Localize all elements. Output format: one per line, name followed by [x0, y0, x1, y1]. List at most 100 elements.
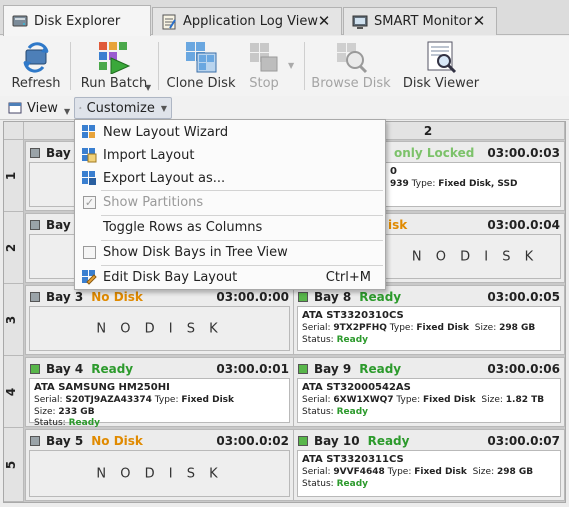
bay-body: N O D I S K: [29, 306, 290, 351]
clone-disk-button[interactable]: Clone Disk: [166, 38, 236, 94]
disk-status: Status: Ready: [302, 335, 369, 345]
row-header: 4: [4, 356, 24, 428]
run-batch-icon: [99, 42, 131, 74]
bay-address: 03:00.0:05: [487, 289, 560, 304]
shortcut-text: Ctrl+M: [325, 269, 371, 285]
grid-corner: [4, 122, 24, 140]
bay-address: 03:00.0:03: [487, 145, 560, 160]
stop-button[interactable]: Stop: [244, 38, 284, 94]
stop-icon: [250, 43, 278, 72]
menu-item-toggle-rows-columns[interactable]: Toggle Rows as Columns: [75, 216, 385, 238]
status-led: [30, 291, 40, 302]
browse-disk-label: Browse Disk: [311, 76, 391, 91]
bay-address: 03:00.0:01: [216, 361, 289, 376]
status-led: [298, 291, 308, 302]
bay-name: Bay 8: [314, 289, 352, 304]
disk-size: Size: 233 GB: [34, 407, 95, 417]
bay-address: 03:00.0:02: [216, 433, 289, 448]
disk-bay-3[interactable]: Bay 3 No Disk 03:00.0:00 N O D I S K: [25, 285, 294, 355]
tab-label: Disk Explorer: [34, 13, 121, 29]
disk-bay-9[interactable]: Bay 9 Ready 03:00.0:06 ATA ST32000542AS Se…: [293, 357, 565, 427]
disk-info-card: ATA SAMSUNG HM250HI Serial: S20TJ9AZA433…: [29, 378, 290, 428]
tab-smart-monitor[interactable]: SMART Monitor ✕: [343, 7, 497, 35]
status-led: [30, 435, 40, 446]
import-layout-icon: [82, 148, 97, 163]
view-menu-button[interactable]: View: [4, 97, 62, 119]
row-header: 2: [4, 212, 24, 284]
bay-address: 03:00.0:04: [487, 217, 560, 232]
bay-status: No Disk: [91, 433, 143, 448]
customize-menu-button[interactable]: Customize ▼: [74, 97, 172, 119]
disk-serial-type: Serial: 9TX2PFHQ Type: Fixed Disk Size: …: [302, 323, 536, 333]
disk-status: Status: Ready: [34, 418, 101, 428]
tab-label: SMART Monitor: [374, 14, 472, 29]
disk-serial-type: Serial: 9VVF4648 Type: Fixed Disk Size: …: [302, 467, 534, 477]
no-disk-text: N O D I S K: [96, 466, 223, 481]
disk-viewer-button[interactable]: Disk Viewer: [400, 38, 482, 94]
disk-serial-type: Serial: S20TJ9AZA43374 Type: Fixed Disk: [34, 395, 234, 405]
chevron-down-icon[interactable]: ▼: [288, 61, 294, 70]
toolbar-divider: [158, 42, 159, 90]
bay-address: 03:00.0:06: [487, 361, 560, 376]
disk-bay-5[interactable]: Bay 5 No Disk 03:00.0:02 N O D I S K: [25, 429, 294, 501]
close-icon[interactable]: ✕: [317, 14, 331, 29]
menu-item-import-layout[interactable]: Import Layout: [75, 144, 385, 166]
row-header: 3: [4, 284, 24, 356]
browse-disk-button[interactable]: Browse Disk: [310, 38, 392, 94]
bay-name: Bay 4: [46, 361, 84, 376]
row-header: 1: [4, 140, 24, 212]
checkbox-icon: [83, 245, 96, 259]
chevron-down-icon: ▼: [160, 103, 167, 113]
disk-info-card: ATA ST3320311CS Serial: 9VVF4648 Type: F…: [297, 450, 561, 497]
bay-name: Bay 9: [314, 361, 352, 376]
disk-bay-10[interactable]: Bay 10 Ready 03:00.0:07 ATA ST3320311CS Se…: [293, 429, 565, 501]
clone-disk-icon: [186, 42, 217, 73]
disk-explorer-icon: [12, 15, 28, 27]
disk-model: 0: [390, 166, 397, 177]
disk-bay-4[interactable]: Bay 4 Ready 03:00.0:01 ATA SAMSUNG HM250HI…: [25, 357, 294, 428]
close-icon[interactable]: ✕: [472, 14, 486, 29]
disk-viewer-icon: [427, 41, 457, 74]
tab-application-log-view[interactable]: Application Log View ✕: [152, 7, 342, 35]
bay-status: isk: [388, 217, 408, 232]
bay-status: only Locked: [394, 145, 475, 160]
bay-status: Ready: [359, 289, 402, 304]
menu-item-show-tree-view[interactable]: Show Disk Bays in Tree View: [75, 241, 385, 263]
disk-info-card: ATA ST3320310CS Serial: 9TX2PFHQ Type: F…: [297, 306, 561, 351]
disk-status: Status: Ready: [302, 407, 369, 417]
status-led: [298, 435, 308, 446]
refresh-button[interactable]: Refresh: [8, 38, 64, 94]
menu-item-export-layout[interactable]: Export Layout as...: [75, 167, 385, 189]
bay-body: N O D I S K: [29, 450, 290, 497]
checkbox-icon: ✓: [83, 195, 96, 209]
browse-disk-icon: [337, 43, 368, 74]
chevron-down-icon[interactable]: ▼: [64, 107, 70, 116]
disk-serial-type: Serial: 6XW1XWQ7 Type: Fixed Disk Size: …: [302, 395, 545, 405]
bay-address: 03:00.0:00: [216, 289, 289, 304]
no-disk-text: N O D I S K: [411, 249, 539, 264]
disk-status: Status: Ready: [302, 479, 369, 489]
customize-menu: New Layout Wizard Import Layout Export L…: [74, 119, 386, 290]
run-batch-button[interactable]: Run Batch: [80, 38, 148, 94]
menu-item-show-partitions[interactable]: ✓ Show Partitions: [75, 191, 385, 213]
no-disk-text: N O D I S K: [96, 321, 223, 336]
disk-model: ATA ST3320311CS: [302, 454, 404, 465]
row-header: 5: [4, 428, 24, 502]
menu-item-edit-disk-bay-layout[interactable]: Edit Disk Bay Layout Ctrl+M: [75, 266, 385, 288]
bay-address: 03:00.0:07: [487, 433, 560, 448]
disk-bay-8[interactable]: Bay 8 Ready 03:00.0:05 ATA ST3320310CS Ser…: [293, 285, 565, 355]
status-led: [298, 363, 308, 374]
status-led: [30, 147, 40, 158]
tab-disk-explorer[interactable]: Disk Explorer: [3, 5, 151, 36]
menu-item-new-layout-wizard[interactable]: New Layout Wizard: [75, 121, 385, 143]
chevron-down-icon[interactable]: ▼: [145, 83, 151, 92]
run-batch-label: Run Batch: [80, 76, 148, 91]
bay-status: Ready: [91, 361, 134, 376]
export-layout-icon: [82, 171, 96, 185]
view-icon: [8, 102, 22, 114]
bay-status: No Disk: [91, 289, 143, 304]
tab-label: Application Log View: [183, 14, 318, 29]
smart-monitor-icon: [352, 15, 368, 29]
disk-model: ATA SAMSUNG HM250HI: [34, 382, 170, 393]
disk-viewer-label: Disk Viewer: [402, 76, 480, 91]
